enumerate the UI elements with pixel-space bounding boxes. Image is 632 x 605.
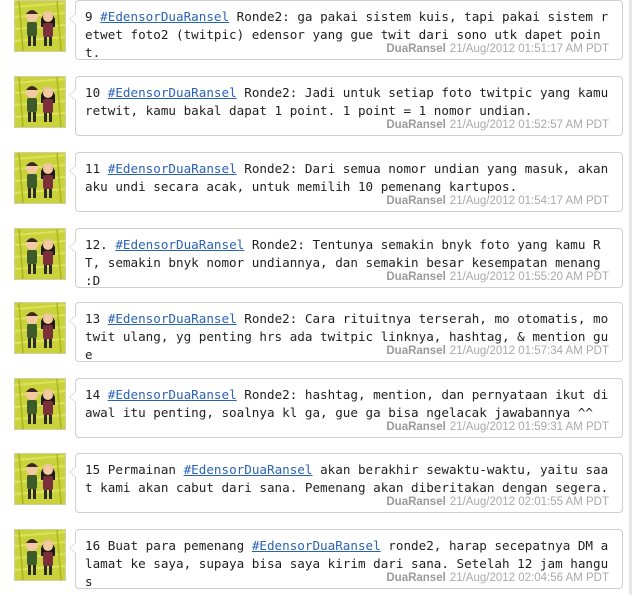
- tweet-text-prefix: 10: [85, 85, 108, 100]
- tweet-timestamp: 21/Aug/2012 02:01:55 AM PDT: [449, 496, 609, 508]
- avatar[interactable]: [14, 228, 66, 280]
- tweet-meta: DuaRansel 21/Aug/2012 01:51:17 AM PDT: [386, 43, 609, 55]
- tweet-item: 15 Permainan #EdensorDuaRansel akan bera…: [0, 453, 632, 529]
- avatar[interactable]: [14, 529, 66, 581]
- author-name[interactable]: DuaRansel: [386, 195, 445, 207]
- author-name[interactable]: DuaRansel: [386, 345, 445, 357]
- tweet-timestamp: 21/Aug/2012 01:54:17 AM PDT: [449, 195, 609, 207]
- tweet-item: 16 Buat para pemenang #EdensorDuaRansel …: [0, 529, 632, 605]
- author-name[interactable]: DuaRansel: [386, 271, 445, 283]
- tweet-bubble: 14 #EdensorDuaRansel Ronde2: hashtag, me…: [69, 378, 623, 438]
- tweet-text-prefix: 12.: [85, 237, 116, 252]
- tweet-meta: DuaRansel 21/Aug/2012 01:52:57 AM PDT: [386, 119, 609, 131]
- author-name[interactable]: DuaRansel: [386, 421, 445, 433]
- tweet-meta: DuaRansel 21/Aug/2012 02:01:55 AM PDT: [386, 496, 609, 508]
- tweet-bubble: 11 #EdensorDuaRansel Ronde2: Dari semua …: [69, 152, 623, 212]
- tweet-timestamp: 21/Aug/2012 01:55:20 AM PDT: [449, 271, 609, 283]
- avatar[interactable]: [14, 0, 66, 52]
- hashtag-link[interactable]: #EdensorDuaRansel: [252, 538, 381, 553]
- author-name[interactable]: DuaRansel: [386, 496, 445, 508]
- tweet-bubble: 12. #EdensorDuaRansel Ronde2: Tentunya s…: [69, 228, 623, 288]
- avatar[interactable]: [14, 76, 66, 128]
- tweet-bubble: 10 #EdensorDuaRansel Ronde2: Jadi untuk …: [69, 76, 623, 136]
- tweet-timestamp: 21/Aug/2012 01:59:31 AM PDT: [449, 421, 609, 433]
- author-name[interactable]: DuaRansel: [386, 43, 445, 55]
- tweet-timestamp: 21/Aug/2012 01:51:17 AM PDT: [449, 43, 609, 55]
- tweet-bubble: 9 #EdensorDuaRansel Ronde2: ga pakai sis…: [69, 0, 623, 60]
- avatar[interactable]: [14, 302, 66, 354]
- tweet-bubble: 13 #EdensorDuaRansel Ronde2: Cara rituit…: [69, 302, 623, 362]
- tweet-feed: 9 #EdensorDuaRansel Ronde2: ga pakai sis…: [0, 0, 632, 595]
- tweet-timestamp: 21/Aug/2012 01:57:34 AM PDT: [449, 345, 609, 357]
- tweet-text-prefix: 16 Buat para pemenang: [85, 538, 252, 553]
- hashtag-link[interactable]: #EdensorDuaRansel: [115, 237, 244, 252]
- tweet-item: 13 #EdensorDuaRansel Ronde2: Cara rituit…: [0, 302, 632, 378]
- tweet-timestamp: 21/Aug/2012 01:52:57 AM PDT: [449, 119, 609, 131]
- tweet-text-prefix: 14: [85, 387, 108, 402]
- hashtag-link[interactable]: #EdensorDuaRansel: [184, 462, 313, 477]
- hashtag-link[interactable]: #EdensorDuaRansel: [108, 311, 237, 326]
- tweet-text: 10 #EdensorDuaRansel Ronde2: Jadi untuk …: [85, 84, 615, 120]
- tweet-text-prefix: 15 Permainan: [85, 462, 184, 477]
- tweet-bubble: 16 Buat para pemenang #EdensorDuaRansel …: [69, 529, 623, 589]
- hashtag-link[interactable]: #EdensorDuaRansel: [108, 85, 237, 100]
- tweet-meta: DuaRansel 21/Aug/2012 01:57:34 AM PDT: [386, 345, 609, 357]
- avatar[interactable]: [14, 378, 66, 430]
- tweet-meta: DuaRansel 21/Aug/2012 02:04:56 AM PDT: [386, 572, 609, 584]
- hashtag-link[interactable]: #EdensorDuaRansel: [100, 9, 229, 24]
- tweet-item: 10 #EdensorDuaRansel Ronde2: Jadi untuk …: [0, 76, 632, 152]
- tweet-text-prefix: 9: [85, 9, 101, 24]
- tweet-item: 12. #EdensorDuaRansel Ronde2: Tentunya s…: [0, 228, 632, 304]
- tweet-bubble: 15 Permainan #EdensorDuaRansel akan bera…: [69, 453, 623, 513]
- tweet-text-prefix: 11: [85, 161, 108, 176]
- tweet-item: 11 #EdensorDuaRansel Ronde2: Dari semua …: [0, 152, 632, 228]
- author-name[interactable]: DuaRansel: [386, 572, 445, 584]
- author-name[interactable]: DuaRansel: [386, 119, 445, 131]
- tweet-item: 14 #EdensorDuaRansel Ronde2: hashtag, me…: [0, 378, 632, 454]
- tweet-text: 15 Permainan #EdensorDuaRansel akan bera…: [85, 461, 615, 497]
- tweet-meta: DuaRansel 21/Aug/2012 01:54:17 AM PDT: [386, 195, 609, 207]
- hashtag-link[interactable]: #EdensorDuaRansel: [108, 161, 237, 176]
- avatar[interactable]: [14, 152, 66, 204]
- tweet-text: 11 #EdensorDuaRansel Ronde2: Dari semua …: [85, 160, 615, 196]
- tweet-text: 14 #EdensorDuaRansel Ronde2: hashtag, me…: [85, 386, 615, 422]
- tweet-timestamp: 21/Aug/2012 02:04:56 AM PDT: [449, 572, 609, 584]
- tweet-meta: DuaRansel 21/Aug/2012 01:55:20 AM PDT: [386, 271, 609, 283]
- tweet-text-prefix: 13: [85, 311, 108, 326]
- hashtag-link[interactable]: #EdensorDuaRansel: [108, 387, 237, 402]
- tweet-meta: DuaRansel 21/Aug/2012 01:59:31 AM PDT: [386, 421, 609, 433]
- tweet-item: 9 #EdensorDuaRansel Ronde2: ga pakai sis…: [0, 0, 632, 76]
- avatar[interactable]: [14, 453, 66, 505]
